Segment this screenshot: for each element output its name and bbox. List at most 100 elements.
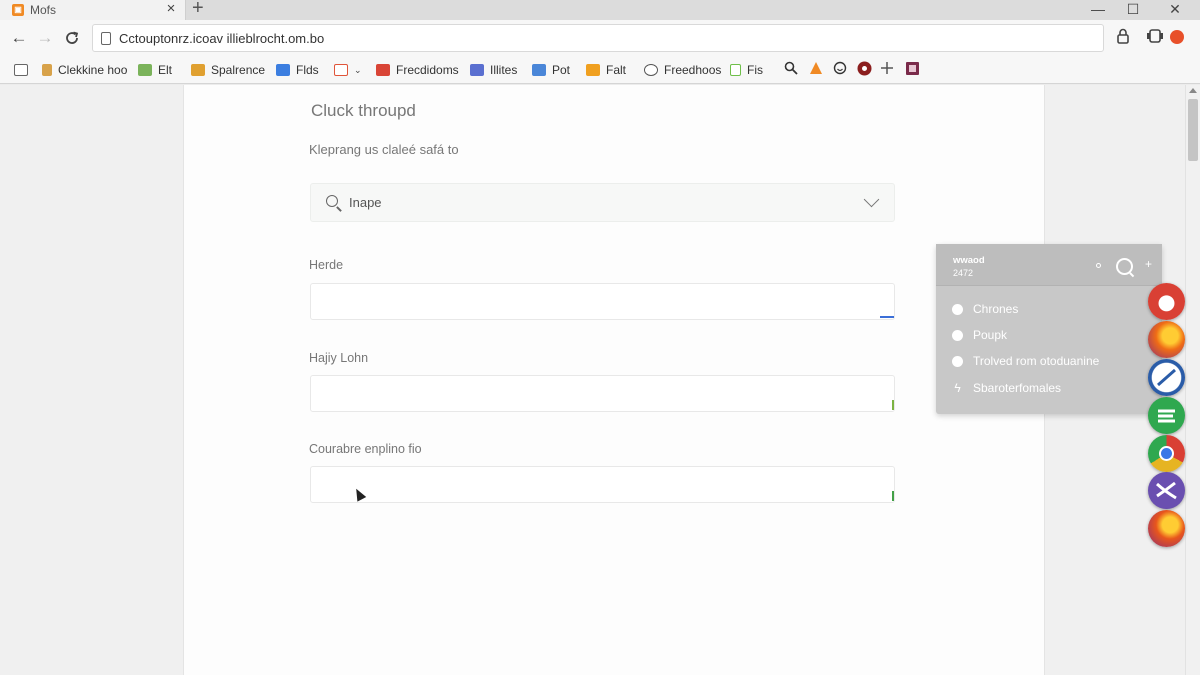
check-icon [470, 64, 484, 76]
record-icon[interactable] [856, 61, 872, 77]
bookmarks-manager-icon[interactable] [14, 61, 34, 79]
reload-button[interactable] [60, 26, 84, 50]
bookmark-item[interactable]: Elt [138, 61, 172, 79]
folder-orange-icon [586, 64, 600, 76]
browser-tab[interactable]: ▣ Mofs × [0, 0, 186, 20]
field-label: Hajiy Lohn [309, 351, 369, 365]
title-bar: ▣ Mofs × + — ☐ ✕ [0, 0, 1200, 20]
option-label: Sbaroterfomales [973, 381, 1062, 395]
address-bar[interactable]: Cctouptonrz.icoav illieblrocht.om.bo [92, 24, 1104, 52]
scroll-up-arrow-icon[interactable] [1189, 88, 1197, 93]
bookmark-item[interactable]: Spalrence [191, 61, 265, 79]
bookmark-item[interactable]: Frecdidoms [376, 61, 459, 79]
search-icon [326, 195, 338, 207]
form-card: Cluck throupd Kleprang us claleé safá to… [183, 85, 1045, 675]
book-icon[interactable] [904, 61, 920, 77]
maximize-button[interactable]: ☐ [1113, 0, 1153, 20]
bookmark-item[interactable]: Pot [532, 61, 570, 79]
folder-red-icon [376, 64, 390, 76]
search-select[interactable]: Inape [310, 183, 895, 222]
field-status-marker [892, 491, 894, 501]
field-resize-handle[interactable] [880, 316, 894, 318]
folder-blue-icon [276, 64, 290, 76]
calendar-icon [334, 64, 348, 76]
page-title: Cluck throupd [311, 101, 416, 120]
radio-icon[interactable] [952, 355, 963, 367]
flag-icon [532, 64, 546, 76]
opera-mini-icon[interactable] [1148, 283, 1185, 320]
option-label: Chrones [973, 302, 1019, 316]
bookmark-label: Fis [747, 63, 763, 77]
bookmark-dropdown[interactable]: ⌄ [334, 61, 362, 79]
add-icon[interactable] [879, 61, 895, 77]
radio-icon[interactable] [952, 329, 963, 341]
page-subtitle: Kleprang us claleé safá to [309, 142, 459, 157]
warning-icon[interactable] [808, 61, 824, 77]
bookmark-item[interactable]: Illites [470, 61, 517, 79]
bookmark-label: Illites [490, 63, 518, 77]
page-icon [101, 32, 111, 45]
bookmark-item[interactable]: Freedhoos [644, 61, 721, 79]
tab-close-icon[interactable]: × [163, 0, 179, 20]
window-close-button[interactable]: ✕ [1155, 0, 1195, 20]
browser-picker-popup: wwaod 2472 + Chrones Poupk Trolved rom o… [936, 244, 1162, 414]
select-value: Inape [349, 195, 382, 210]
scroll-thumb[interactable] [1188, 99, 1198, 161]
brush-icon [191, 64, 205, 76]
popup-title: wwaod [953, 255, 985, 266]
popup-option[interactable]: Chrones [952, 302, 1018, 316]
tab-favicon-icon: ▣ [12, 4, 24, 16]
firefox-icon[interactable] [1148, 321, 1185, 358]
tor-icon[interactable] [1148, 472, 1185, 509]
firefox-alt-icon[interactable] [1148, 510, 1185, 547]
status-dot-icon [1096, 263, 1101, 268]
popup-option[interactable]: Poupk [952, 328, 1007, 342]
vertical-scrollbar[interactable] [1185, 85, 1200, 675]
reload-icon [66, 31, 79, 44]
chrome-icon[interactable] [1148, 435, 1185, 472]
search-icon[interactable] [783, 61, 799, 77]
radio-icon[interactable] [952, 303, 963, 315]
clipboard-icon [730, 64, 741, 76]
bookmark-label: Freedhoos [664, 63, 722, 77]
text-field[interactable] [310, 375, 895, 412]
forward-button[interactable]: → [33, 26, 57, 50]
popup-option[interactable]: ϟ Sbaroterfomales [952, 381, 1061, 395]
edge-icon[interactable] [1148, 397, 1185, 434]
bookmark-item[interactable]: Fis [730, 61, 763, 79]
bookmark-item[interactable]: Falt [586, 61, 626, 79]
lightning-icon: ϟ [954, 381, 961, 395]
bookmark-label: Flds [296, 63, 319, 77]
popup-search-icon[interactable] [1116, 258, 1133, 275]
navigation-toolbar: ← → Cctouptonrz.icoav illieblrocht.om.bo [0, 20, 1200, 56]
bookmark-item[interactable]: Flds [276, 61, 319, 79]
bookmark-label: Spalrence [211, 63, 266, 77]
bookmark-item[interactable]: Clekkine hoo [42, 61, 127, 79]
safari-icon[interactable] [1148, 359, 1185, 396]
text-field[interactable] [310, 283, 895, 320]
option-label: Trolved rom otoduanine [973, 354, 1100, 368]
account-icon[interactable] [1116, 28, 1130, 50]
bookmark-favicon-icon [42, 64, 52, 76]
edit-icon [138, 64, 152, 76]
loop-icon [644, 64, 658, 76]
field-status-marker [892, 400, 894, 410]
bookmark-label: Frecdidoms [396, 63, 459, 77]
smile-icon[interactable] [832, 61, 848, 77]
bookmark-label: Falt [606, 63, 627, 77]
new-tab-button[interactable]: + [192, 0, 204, 18]
option-label: Poupk [973, 328, 1008, 342]
popup-header: wwaod 2472 + [936, 244, 1162, 286]
popup-option[interactable]: Trolved rom otoduanine [952, 354, 1099, 368]
url-text[interactable]: Cctouptonrz.icoav illieblrocht.om.bo [119, 31, 324, 46]
popup-add-icon[interactable]: + [1145, 257, 1152, 271]
extensions-icon[interactable] [1146, 28, 1164, 50]
chevron-down-icon[interactable] [863, 191, 880, 208]
minimize-button[interactable]: — [1078, 0, 1118, 20]
extension-badge-icon[interactable] [1170, 30, 1184, 44]
back-button[interactable]: ← [7, 26, 31, 50]
tab-title: Mofs [30, 3, 57, 17]
field-label: Courabre enplino fio [309, 442, 422, 456]
bookmarks-bar: Clekkine hoo Elt Spalrence Flds ⌄ Frecdi… [0, 56, 1200, 84]
text-field[interactable] [310, 466, 895, 503]
